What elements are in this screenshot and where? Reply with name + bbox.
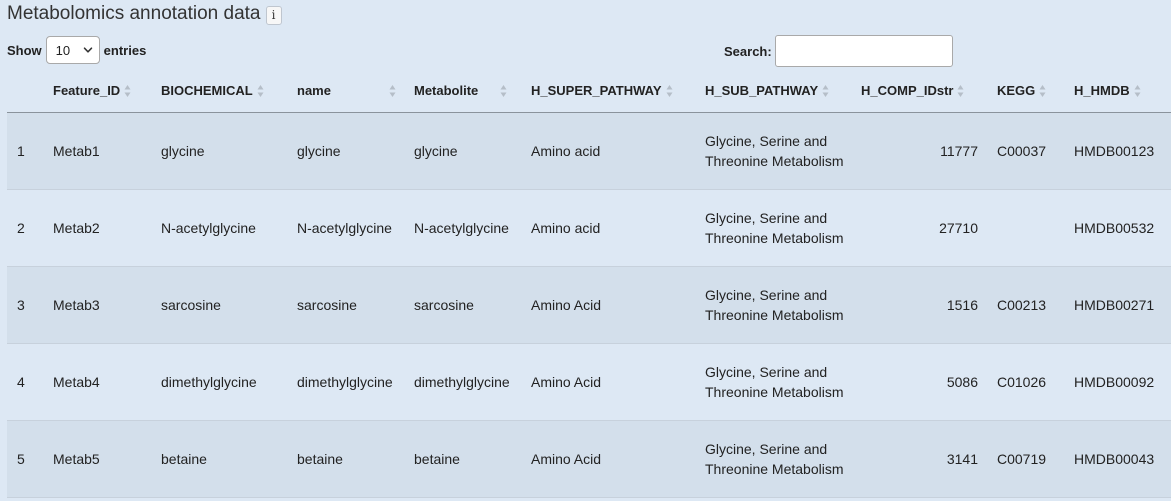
- cell-metabolite: betaine: [404, 420, 521, 498]
- cell-hmdb: HMDB00123: [1064, 112, 1171, 190]
- sort-icon: [1134, 85, 1141, 98]
- sort-icon: [257, 85, 264, 98]
- table-row[interactable]: 3 Metab3 sarcosine sarcosine sarcosine A…: [7, 266, 1171, 344]
- sort-icon: [666, 85, 673, 98]
- sort-icon: [389, 85, 396, 98]
- cell-sub-pathway: Glycine, Serine and Threonine Metabolism: [695, 112, 851, 190]
- cell-super-pathway: Amino acid: [521, 112, 695, 190]
- info-icon[interactable]: i: [265, 5, 282, 25]
- table-row[interactable]: 1 Metab1 glycine glycine glycine Amino a…: [7, 112, 1171, 190]
- cell-sub-pathway: Glycine, Serine and Threonine Metabolism: [695, 420, 851, 498]
- show-label: Show: [7, 42, 42, 58]
- row-index: 3: [7, 266, 43, 344]
- cell-hmdb: HMDB00043: [1064, 420, 1171, 498]
- cell-comp-idstr: 1516: [851, 266, 987, 344]
- cell-super-pathway: Amino Acid: [521, 420, 695, 498]
- cell-metabolite: sarcosine: [404, 266, 521, 344]
- cell-biochemical: sarcosine: [151, 266, 287, 344]
- row-index: 4: [7, 343, 43, 421]
- cell-kegg: C01026: [987, 343, 1064, 421]
- cell-hmdb: HMDB00271: [1064, 266, 1171, 344]
- sort-icon: [500, 85, 507, 98]
- table-row[interactable]: 4 Metab4 dimethylglycine dimethylglycine…: [7, 343, 1171, 421]
- cell-kegg: C00037: [987, 112, 1064, 190]
- table-row[interactable]: 2 Metab2 N-acetylglycine N-acetylglycine…: [7, 189, 1171, 267]
- cell-super-pathway: Amino acid: [521, 189, 695, 267]
- column-header-kegg[interactable]: KEGG: [987, 71, 1064, 113]
- column-header-sub-pathway[interactable]: H_SUB_PATHWAY: [695, 71, 851, 113]
- data-table: Feature_ID BIOCHEMICAL name Metabolite H…: [7, 71, 1171, 498]
- sort-icon: [124, 85, 131, 98]
- cell-super-pathway: Amino Acid: [521, 266, 695, 344]
- cell-biochemical: N-acetylglycine: [151, 189, 287, 267]
- cell-feature-id: Metab3: [43, 266, 151, 344]
- column-header-name[interactable]: name: [287, 71, 404, 113]
- column-header-comp-idstr[interactable]: H_COMP_IDstr: [851, 71, 987, 113]
- cell-name: glycine: [287, 112, 404, 190]
- cell-hmdb: HMDB00532: [1064, 189, 1171, 267]
- cell-name: dimethylglycine: [287, 343, 404, 421]
- sort-icon: [1039, 85, 1046, 98]
- cell-biochemical: betaine: [151, 420, 287, 498]
- entries-select-value: 10: [55, 42, 71, 58]
- cell-feature-id: Metab1: [43, 112, 151, 190]
- cell-sub-pathway: Glycine, Serine and Threonine Metabolism: [695, 189, 851, 267]
- cell-feature-id: Metab4: [43, 343, 151, 421]
- title-bar: Metabolomics annotation data i: [7, 3, 282, 25]
- cell-comp-idstr: 11777: [851, 112, 987, 190]
- cell-sub-pathway: Glycine, Serine and Threonine Metabolism: [695, 343, 851, 421]
- row-index: 1: [7, 112, 43, 190]
- cell-sub-pathway: Glycine, Serine and Threonine Metabolism: [695, 266, 851, 344]
- cell-feature-id: Metab2: [43, 189, 151, 267]
- table-header-row: Feature_ID BIOCHEMICAL name Metabolite H…: [7, 71, 1171, 113]
- sort-icon: [957, 85, 964, 98]
- cell-comp-idstr: 27710: [851, 189, 987, 267]
- chevron-down-icon: [83, 47, 92, 53]
- search-label: Search:: [724, 43, 772, 59]
- search-control: Search:: [724, 35, 953, 67]
- cell-name: N-acetylglycine: [287, 189, 404, 267]
- cell-biochemical: glycine: [151, 112, 287, 190]
- cell-kegg: C00213: [987, 266, 1064, 344]
- row-index: 5: [7, 420, 43, 498]
- sort-icon: [822, 85, 829, 98]
- cell-kegg: C00719: [987, 420, 1064, 498]
- cell-metabolite: glycine: [404, 112, 521, 190]
- cell-feature-id: Metab5: [43, 420, 151, 498]
- column-header-hmdb[interactable]: H_HMDB: [1064, 71, 1171, 113]
- cell-biochemical: dimethylglycine: [151, 343, 287, 421]
- column-header-feature-id[interactable]: Feature_ID: [43, 71, 151, 113]
- column-header-metabolite[interactable]: Metabolite: [404, 71, 521, 113]
- cell-name: sarcosine: [287, 266, 404, 344]
- entries-length-control: Show 10 entries: [7, 36, 146, 64]
- page-title: Metabolomics annotation data: [7, 3, 261, 24]
- search-input[interactable]: [774, 35, 953, 67]
- column-header-index[interactable]: [7, 71, 43, 113]
- cell-name: betaine: [287, 420, 404, 498]
- table-row[interactable]: 5 Metab5 betaine betaine betaine Amino A…: [7, 420, 1171, 498]
- entries-select[interactable]: 10: [45, 36, 100, 64]
- cell-comp-idstr: 5086: [851, 343, 987, 421]
- column-header-super-pathway[interactable]: H_SUPER_PATHWAY: [521, 71, 695, 113]
- cell-kegg: [987, 189, 1064, 267]
- cell-metabolite: N-acetylglycine: [404, 189, 521, 267]
- row-index: 2: [7, 189, 43, 267]
- cell-metabolite: dimethylglycine: [404, 343, 521, 421]
- entries-label: entries: [103, 42, 147, 58]
- cell-super-pathway: Amino Acid: [521, 343, 695, 421]
- cell-comp-idstr: 3141: [851, 420, 987, 498]
- cell-hmdb: HMDB00092: [1064, 343, 1171, 421]
- column-header-biochemical[interactable]: BIOCHEMICAL: [151, 71, 287, 113]
